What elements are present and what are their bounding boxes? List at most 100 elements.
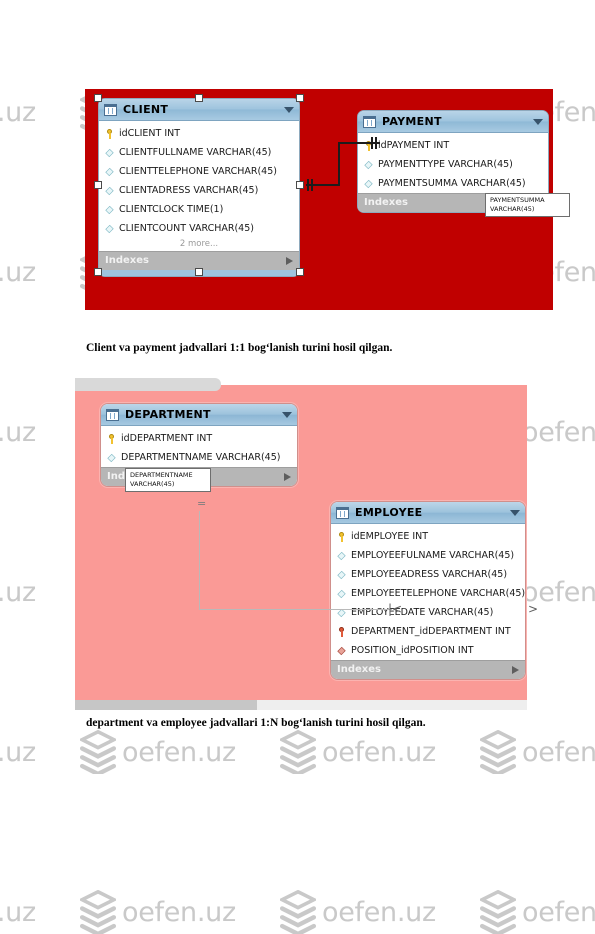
indexes-label: Indexes [337, 664, 381, 675]
table-row[interactable]: EMPLOYEEFULNAME VARCHAR(45) [331, 546, 525, 565]
column-icon [105, 224, 114, 233]
table-row[interactable]: CLIENTCOUNT VARCHAR(45) [99, 219, 299, 238]
caret-down-icon[interactable] [533, 118, 543, 125]
relation-connector-horizontal-upper[interactable] [338, 142, 380, 144]
indexes-label: Indexes [105, 255, 149, 266]
scrollbar-thumb[interactable] [75, 700, 257, 710]
resize-handle-bottom-center[interactable] [195, 268, 203, 276]
table-box-employee[interactable]: EMPLOYEE idEMPLOYEE INT EMPLOYEEFULNAME … [330, 501, 526, 680]
column-label: POSITION_idPOSITION INT [351, 644, 474, 656]
table-row[interactable]: EMPLOYEEADRESS VARCHAR(45) [331, 565, 525, 584]
table-row[interactable]: CLIENTADRESS VARCHAR(45) [99, 181, 299, 200]
resize-handle-bottom-left[interactable] [94, 268, 102, 276]
table-title-bar-client[interactable]: CLIENT [99, 99, 299, 121]
table-title-bar-payment[interactable]: PAYMENT [358, 111, 548, 133]
column-label: DEPARTMENT_idDEPARTMENT INT [351, 625, 511, 637]
table-box-client[interactable]: CLIENT idCLIENT INT CLIENTFULLNAME VARCH… [98, 98, 300, 277]
watermark-text: oefen.uz [122, 736, 236, 768]
figure-two-erd-canvas: DEPARTMENT idDEPARTMENT INT DEPARTMENTNA… [75, 378, 538, 710]
relation-cardinality-tick-right-b [375, 137, 377, 149]
tooltip-line-one: PAYMENTSUMMA [490, 196, 545, 204]
table-icon [336, 506, 349, 519]
table-row[interactable]: CLIENTCLOCK TIME(1) [99, 200, 299, 219]
canvas-top-bar [75, 378, 221, 391]
foreign-key-icon [337, 626, 346, 637]
horizontal-scrollbar[interactable] [75, 700, 527, 710]
caret-down-icon[interactable] [284, 106, 294, 113]
table-row[interactable]: DEPARTMENTNAME VARCHAR(45) [101, 448, 297, 467]
column-icon [364, 179, 373, 188]
stacked-layers-logo [80, 890, 116, 934]
table-title-bar-employee[interactable]: EMPLOYEE [331, 502, 525, 524]
resize-handle-top-left[interactable] [94, 94, 102, 102]
table-row[interactable]: CLIENTFULLNAME VARCHAR(45) [99, 143, 299, 162]
watermark-item: oefen.uz [480, 730, 595, 774]
column-icon [105, 205, 114, 214]
relation-connector-horizontal[interactable] [199, 609, 392, 610]
table-row[interactable]: idEMPLOYEE INT [331, 527, 525, 546]
watermark-text: oefen.uz [322, 896, 436, 928]
resize-handle-bottom-right[interactable] [296, 268, 304, 276]
column-label: CLIENTCOUNT VARCHAR(45) [119, 222, 254, 234]
table-row[interactable]: PAYMENTTYPE VARCHAR(45) [358, 155, 548, 174]
column-icon [105, 167, 114, 176]
caret-down-icon[interactable] [282, 411, 292, 418]
table-title-bar-department[interactable]: DEPARTMENT [101, 404, 297, 426]
primary-key-icon [105, 128, 114, 139]
relation-connector-vertical[interactable] [199, 511, 200, 610]
table-columns-employee: idEMPLOYEE INT EMPLOYEEFULNAME VARCHAR(4… [331, 524, 525, 660]
column-label: EMPLOYEEFULNAME VARCHAR(45) [351, 549, 515, 561]
column-label: CLIENTADRESS VARCHAR(45) [119, 184, 259, 196]
relation-connector-vertical[interactable] [338, 142, 340, 186]
more-columns-label[interactable]: 2 more... [99, 238, 299, 251]
column-label: idDEPARTMENT INT [121, 432, 213, 444]
table-row[interactable]: CLIENTTELEPHONE VARCHAR(45) [99, 162, 299, 181]
column-label: DEPARTMENTNAME VARCHAR(45) [121, 451, 281, 463]
resize-handle-top-right[interactable] [296, 94, 304, 102]
watermark-item: oefen.uz [0, 730, 36, 774]
stacked-layers-logo [280, 730, 316, 774]
play-arrow-icon[interactable] [286, 257, 293, 265]
caret-down-icon[interactable] [510, 509, 520, 516]
relation-crow-foot-left: |< [388, 602, 403, 616]
column-label: PAYMENTTYPE VARCHAR(45) [378, 158, 513, 170]
figure-one-erd-canvas: CLIENT idCLIENT INT CLIENTFULLNAME VARCH… [85, 89, 570, 310]
column-tooltip-payment: PAYMENTSUMMA VARCHAR(45) [485, 193, 570, 217]
indexes-section-employee[interactable]: Indexes [331, 660, 525, 679]
table-columns-payment: idPAYMENT INT PAYMENTTYPE VARCHAR(45) PA… [358, 133, 548, 193]
table-row[interactable]: idPAYMENT INT [358, 136, 548, 155]
table-icon [106, 408, 119, 421]
table-name-label: CLIENT [123, 103, 169, 116]
table-row[interactable]: idDEPARTMENT INT [101, 429, 297, 448]
watermark-text: oefen.uz [322, 736, 436, 768]
table-row[interactable]: DEPARTMENT_idDEPARTMENT INT [331, 622, 525, 641]
column-icon [337, 589, 346, 598]
table-icon [104, 103, 117, 116]
resize-handle-middle-left[interactable] [94, 181, 102, 189]
column-label: idEMPLOYEE INT [351, 530, 429, 542]
watermark-item: oefen.uz [0, 90, 36, 134]
play-arrow-icon[interactable] [512, 666, 519, 674]
table-row[interactable]: PAYMENTSUMMA VARCHAR(45) [358, 174, 548, 193]
column-label: CLIENTCLOCK TIME(1) [119, 203, 224, 215]
column-icon [105, 186, 114, 195]
tooltip-line-two: VARCHAR(45) [130, 479, 175, 488]
resize-handle-top-center[interactable] [195, 94, 203, 102]
column-icon [337, 570, 346, 579]
table-row[interactable]: EMPLOYEETELEPHONE VARCHAR(45) [331, 584, 525, 603]
column-icon [105, 148, 114, 157]
watermark-item: oefen.uz [480, 890, 595, 934]
play-arrow-icon[interactable] [284, 473, 291, 481]
relation-crow-foot-right: > [528, 602, 539, 616]
primary-key-icon [337, 531, 346, 542]
watermark-item: oefen.uz [80, 890, 236, 934]
watermark-item: oefen.uz [280, 730, 436, 774]
table-row[interactable]: POSITION_idPOSITION INT [331, 641, 525, 660]
table-row[interactable]: idCLIENT INT [99, 124, 299, 143]
table-row[interactable]: EMPLOYEEDATE VARCHAR(45) [331, 603, 525, 622]
table-columns-department: idDEPARTMENT INT DEPARTMENTNAME VARCHAR(… [101, 426, 297, 467]
resize-handle-middle-right[interactable] [296, 181, 304, 189]
relation-cardinality-tick-right-a [371, 137, 373, 149]
watermark-text: oefen.uz [122, 896, 236, 928]
stacked-layers-logo [280, 890, 316, 934]
